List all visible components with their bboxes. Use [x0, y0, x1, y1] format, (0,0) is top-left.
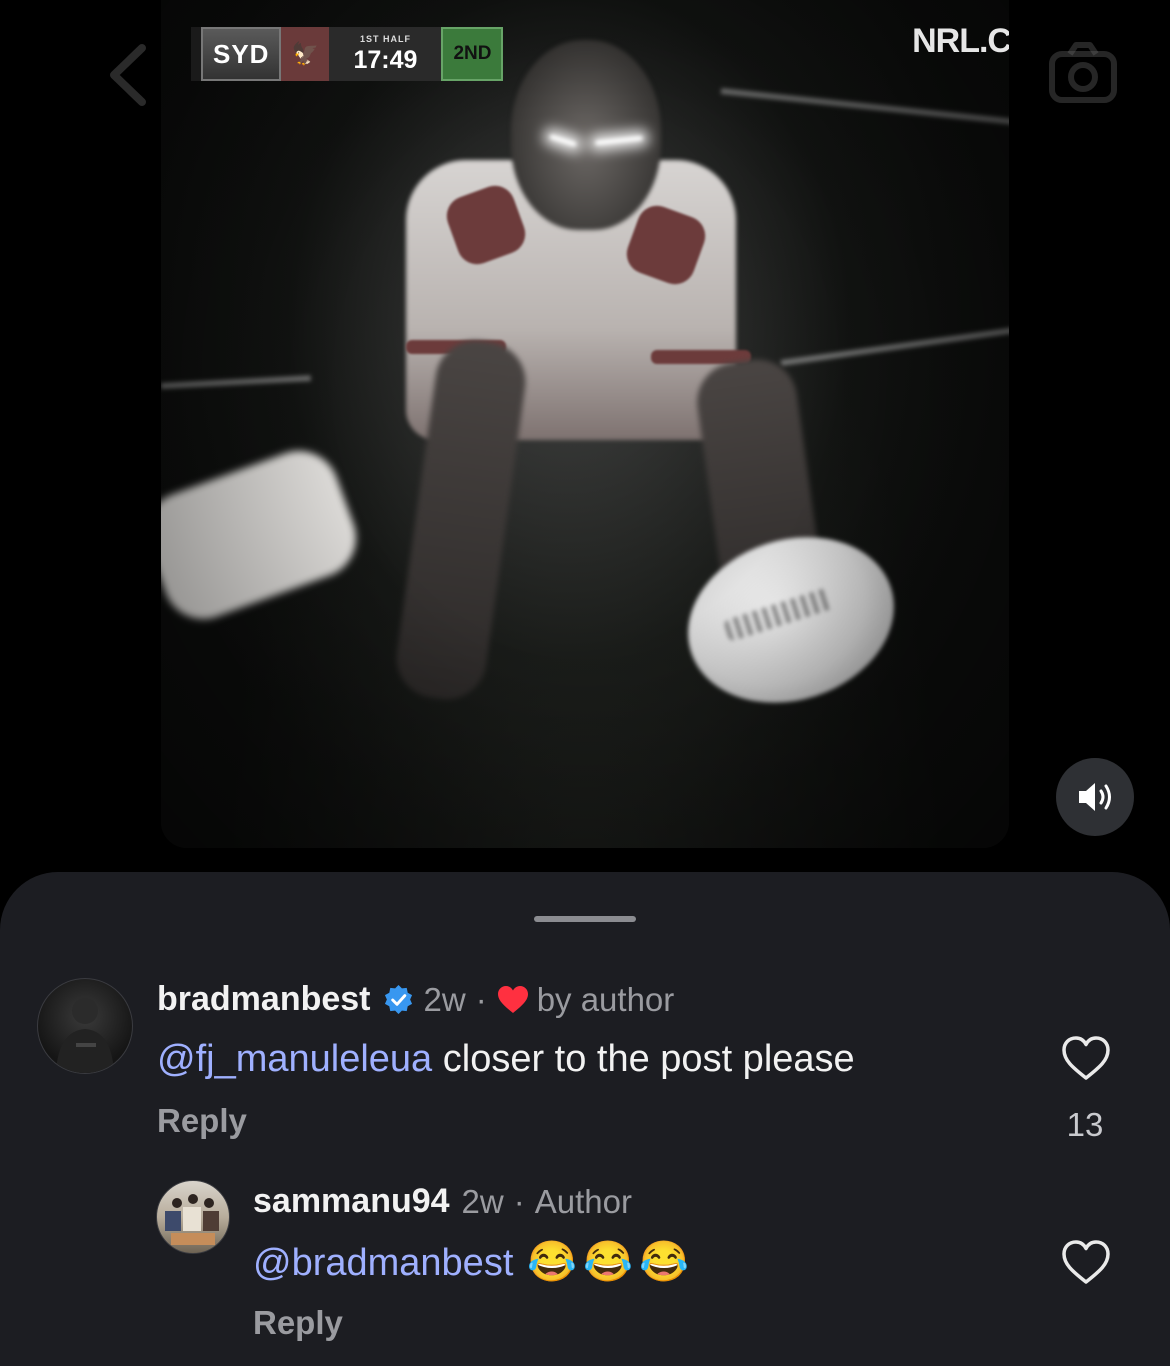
comment-text: @fj_manuleleua closer to the post please	[157, 1038, 855, 1081]
scorebug-team: SYD	[201, 27, 282, 81]
comment-mention[interactable]: @bradmanbest	[253, 1242, 513, 1284]
scorebug-time: 17:49	[353, 46, 418, 74]
avatar[interactable]	[156, 1180, 230, 1254]
reply-button[interactable]: Reply	[157, 1102, 247, 1140]
camera-icon[interactable]	[1048, 40, 1118, 106]
separator-dot: ·	[513, 1182, 525, 1220]
scorebug-clock: 1ST HALF 17:49	[329, 27, 442, 81]
verified-badge-icon	[384, 984, 412, 1015]
back-chevron-icon[interactable]	[96, 40, 166, 110]
comment-username[interactable]: sammanu94	[253, 1182, 450, 1221]
sound-toggle-button[interactable]	[1056, 758, 1134, 836]
red-heart-icon	[497, 985, 528, 1013]
comment-text: @bradmanbest 😂😂😂	[253, 1238, 695, 1285]
like-heart-icon[interactable]	[1060, 1238, 1112, 1286]
like-count: 13	[1066, 1106, 1104, 1143]
team-logo-icon: 🦅	[281, 27, 330, 81]
comment-age: 2w	[461, 1182, 504, 1220]
comment-message: closer to the post please	[432, 1038, 855, 1080]
scorebug-down: 2ND	[441, 27, 504, 81]
separator-dot: ·	[475, 980, 487, 1018]
comments-sheet: bradmanbest 2w · by author @fj_manuleleu…	[0, 872, 1170, 1366]
author-badge: Author	[534, 1182, 632, 1220]
laughing-emoji-icon: 😂😂😂	[527, 1240, 695, 1284]
video-player[interactable]: SYD 🦅 1ST HALF 17:49 2ND NRL.C	[161, 0, 1009, 848]
sheet-drag-handle[interactable]	[534, 916, 636, 922]
liked-by-author-label: by author	[536, 980, 675, 1018]
comment-age: 2w	[423, 980, 466, 1018]
like-heart-icon[interactable]	[1060, 1034, 1112, 1082]
scorebug-half: 1ST HALF	[359, 34, 411, 44]
scorebug: SYD 🦅 1ST HALF 17:49 2ND	[191, 27, 504, 81]
broadcast-watermark: NRL.C	[912, 22, 1009, 60]
avatar[interactable]	[37, 978, 133, 1074]
reply-button[interactable]: Reply	[253, 1304, 343, 1342]
comment-username[interactable]: bradmanbest	[157, 980, 371, 1019]
speaker-icon	[1079, 783, 1111, 811]
comment-mention[interactable]: @fj_manuleleua	[157, 1038, 432, 1080]
